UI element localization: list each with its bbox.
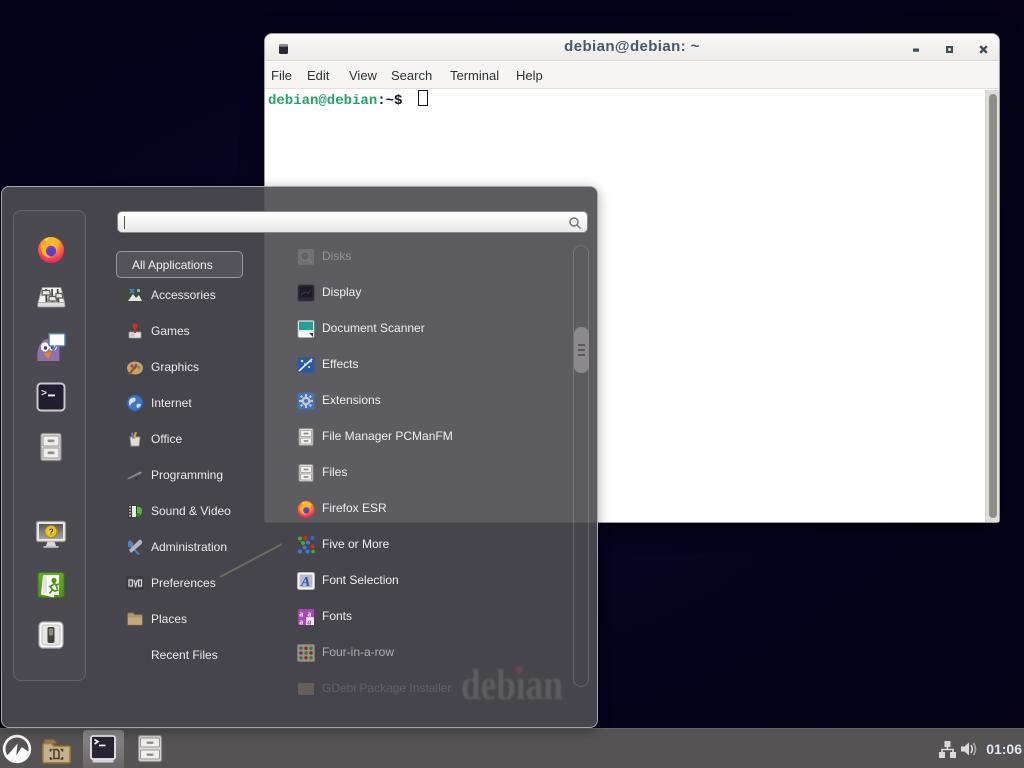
svg-text:a: a [307, 617, 311, 626]
svg-text:A: A [300, 575, 310, 590]
svg-text:a: a [299, 617, 303, 626]
svg-text:?: ? [49, 528, 54, 537]
svg-text:>: > [41, 389, 47, 400]
